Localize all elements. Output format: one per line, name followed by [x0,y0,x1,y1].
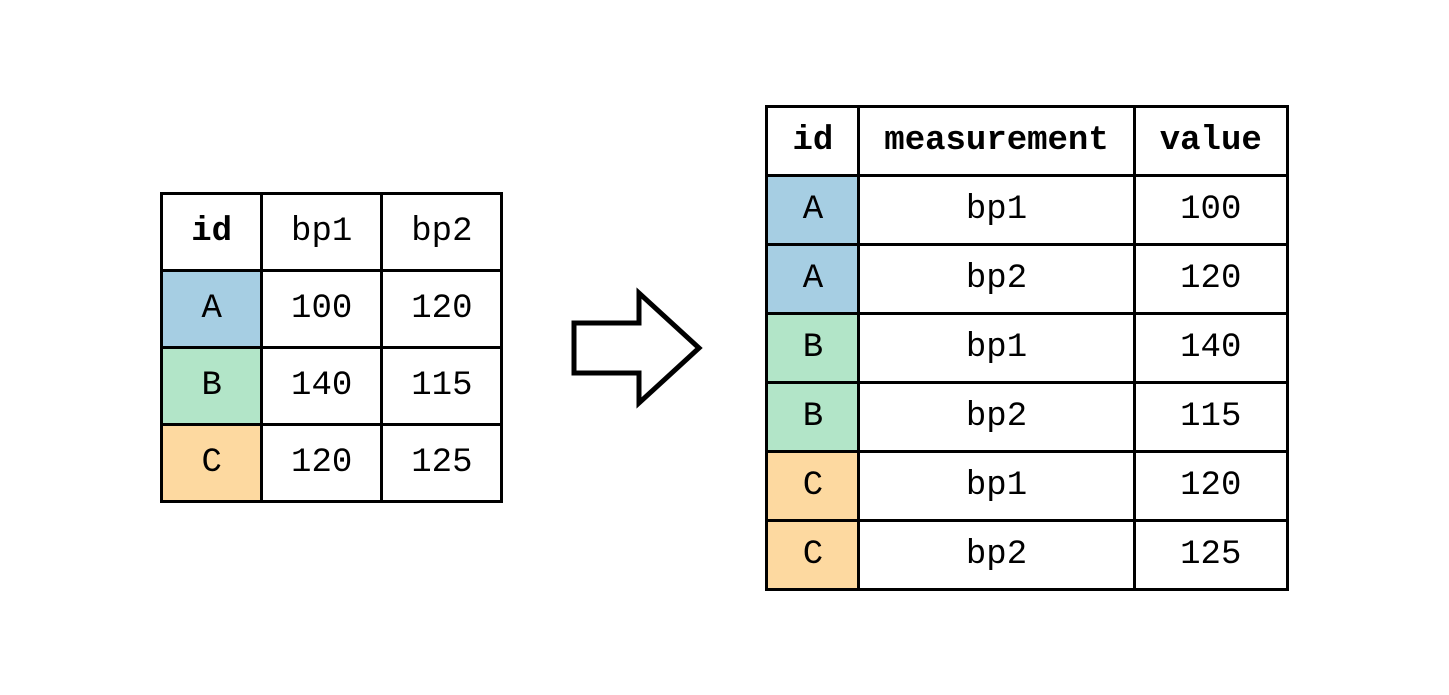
cell-id: B [767,313,859,382]
cell-value: 100 [262,271,382,348]
cell-measurement: bp2 [859,382,1134,451]
table-row: B bp1 140 [767,313,1287,382]
table-row: A bp1 100 [767,175,1287,244]
right-arrow-icon [559,273,709,423]
col-header-id: id [767,106,859,175]
table-row: A bp2 120 [767,244,1287,313]
table-row: A 100 120 [162,271,502,348]
cell-value: 140 [1134,313,1287,382]
cell-value: 125 [1134,520,1287,589]
cell-value: 120 [1134,451,1287,520]
cell-id: A [767,244,859,313]
col-header-value: value [1134,106,1287,175]
cell-value: 120 [1134,244,1287,313]
cell-value: 120 [382,271,502,348]
table-row: C bp1 120 [767,451,1287,520]
cell-measurement: bp1 [859,313,1134,382]
transform-arrow [559,273,709,423]
cell-measurement: bp1 [859,451,1134,520]
col-header-id: id [162,194,262,271]
cell-id: C [767,451,859,520]
cell-measurement: bp2 [859,244,1134,313]
cell-value: 140 [262,348,382,425]
cell-id: B [767,382,859,451]
cell-id: C [162,425,262,502]
wide-table: id bp1 bp2 A 100 120 B 140 115 C 120 125 [160,192,503,503]
cell-measurement: bp1 [859,175,1134,244]
table-row: C 120 125 [162,425,502,502]
table-header-row: id measurement value [767,106,1287,175]
cell-value: 120 [262,425,382,502]
col-header-measurement: measurement [859,106,1134,175]
cell-value: 115 [382,348,502,425]
diagram-stage: id bp1 bp2 A 100 120 B 140 115 C 120 125 [0,0,1449,695]
cell-id: C [767,520,859,589]
table-row: B bp2 115 [767,382,1287,451]
cell-id: B [162,348,262,425]
table-row: C bp2 125 [767,520,1287,589]
long-table: id measurement value A bp1 100 A bp2 120… [765,105,1288,591]
col-header-bp2: bp2 [382,194,502,271]
table-header-row: id bp1 bp2 [162,194,502,271]
col-header-bp1: bp1 [262,194,382,271]
table-row: B 140 115 [162,348,502,425]
cell-value: 115 [1134,382,1287,451]
cell-id: A [162,271,262,348]
cell-value: 100 [1134,175,1287,244]
cell-id: A [767,175,859,244]
cell-measurement: bp2 [859,520,1134,589]
cell-value: 125 [382,425,502,502]
